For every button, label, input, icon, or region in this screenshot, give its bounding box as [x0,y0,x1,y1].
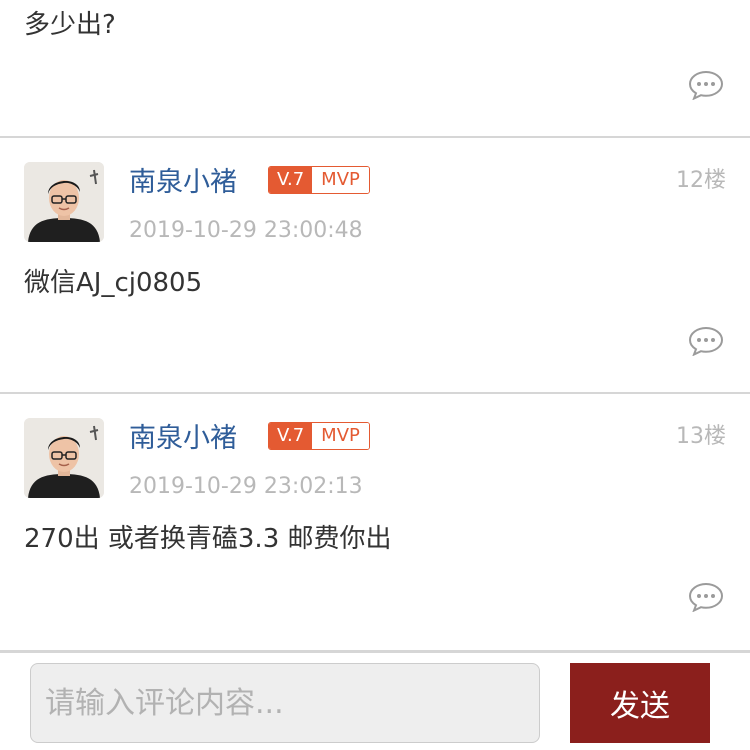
level-badge: V.7 MVP [268,166,370,194]
username[interactable]: 南泉小褚 [129,160,237,199]
comment-content: 270出 或者换青磕3.3 邮费你出 [24,524,392,554]
timestamp: 2019-10-29 23:02:13 [129,474,363,499]
level-label: V.7 [269,167,313,193]
comment-item: 南泉小褚 V.7 MVP 12楼 2019-10-29 23:00:48 微信A… [0,138,750,393]
avatar[interactable] [24,418,104,498]
floor-number: 12楼 [676,168,726,193]
timestamp: 2019-10-29 23:00:48 [129,218,363,243]
speech-bubble-icon[interactable] [688,326,724,357]
comment-thread-page: 多少出? 南泉小褚 V.7 MVP 12楼 2019-10-29 23:00:4… [0,0,750,750]
comment-input[interactable] [30,663,540,743]
level-badge: V.7 MVP [268,422,370,450]
comment-item: 南泉小褚 V.7 MVP 13楼 2019-10-29 23:02:13 270… [0,394,750,649]
comment-content: 微信AJ_cj0805 [24,268,203,298]
username[interactable]: 南泉小褚 [129,416,237,455]
level-label: V.7 [269,423,313,449]
comment-content: 多少出? [24,10,116,40]
mvp-label: MVP [312,167,369,193]
floor-number: 13楼 [676,424,726,449]
send-button[interactable]: 发送 [570,663,710,743]
comment-input-bar: 发送 [0,650,750,750]
avatar[interactable] [24,162,104,242]
speech-bubble-icon[interactable] [688,70,724,101]
speech-bubble-icon[interactable] [688,582,724,613]
comment-item-partial: 多少出? [0,0,750,136]
mvp-label: MVP [312,423,369,449]
